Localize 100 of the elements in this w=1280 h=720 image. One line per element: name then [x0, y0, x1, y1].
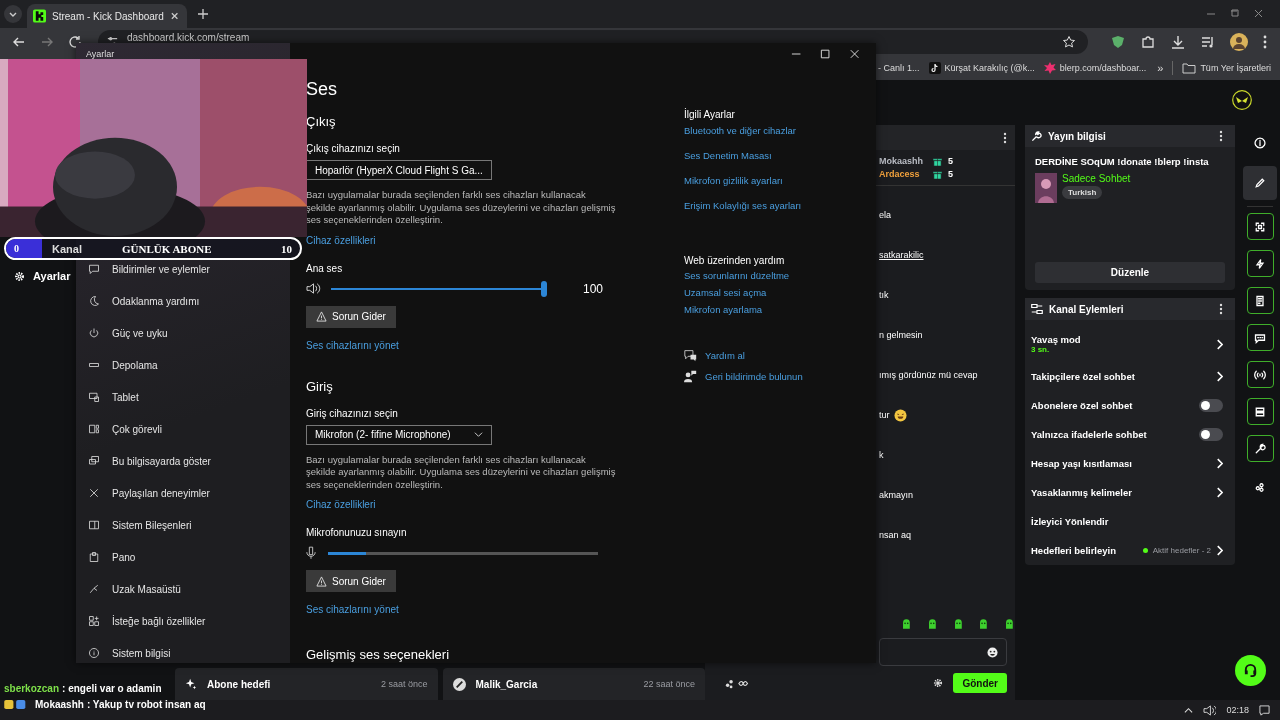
toggle-switch[interactable] — [1199, 399, 1223, 412]
related-link[interactable]: Bluetooth ve diğer cihazlar — [684, 125, 796, 136]
chevron-right-icon[interactable] — [1216, 545, 1223, 556]
tab-list-button[interactable] — [4, 5, 22, 23]
speaker-icon[interactable] — [1203, 704, 1217, 716]
emote-icon[interactable] — [901, 616, 912, 632]
media-icon[interactable] — [1200, 34, 1216, 50]
help-link[interactable]: Uzamsal sesi açma — [684, 287, 767, 298]
help-link[interactable]: Yardım al — [705, 350, 745, 361]
toolbar-button[interactable] — [1246, 435, 1274, 462]
field-label: Giriş cihazınızı seçin — [306, 407, 398, 419]
sidebar-item[interactable]: Uzak Masaüstü — [76, 573, 290, 605]
toolbar-button[interactable] — [1243, 166, 1277, 200]
chevron-up-icon[interactable] — [1184, 705, 1194, 715]
chevron-right-icon[interactable] — [1216, 371, 1223, 382]
puzzle-icon[interactable] — [1140, 34, 1156, 50]
chat-input-field[interactable] — [879, 638, 1007, 666]
star-icon[interactable] — [1062, 35, 1076, 49]
sidebar-item[interactable]: Pano — [76, 541, 290, 573]
help-link[interactable]: Mikrofon ayarlama — [684, 304, 763, 315]
emote-icon[interactable] — [1004, 616, 1015, 632]
send-button[interactable]: Gönder — [953, 673, 1007, 693]
document-icon — [1254, 294, 1266, 307]
username[interactable]: Mokaashh — [879, 156, 927, 166]
sidebar-item[interactable]: Paylaşılan deneyimler — [76, 477, 290, 509]
back-icon[interactable] — [12, 35, 26, 49]
all-bookmarks-button[interactable]: Tüm Yer İşaretleri — [1182, 62, 1271, 74]
help-link[interactable]: Geri bildirimde bulunun — [705, 371, 803, 382]
more-icon[interactable] — [1003, 131, 1007, 144]
username[interactable]: Ardacess — [879, 169, 927, 179]
action-label: Yasaklanmış kelimeler — [1031, 487, 1133, 498]
smiley-icon[interactable] — [987, 646, 998, 658]
avatar-icon[interactable] — [1230, 33, 1248, 51]
chevron-right-icon[interactable] — [1216, 487, 1223, 498]
gear-icon[interactable] — [933, 678, 944, 688]
toolbar-button[interactable] — [1246, 361, 1274, 388]
related-link[interactable]: Erişim Kolaylığı ses ayarları — [684, 200, 802, 211]
bookmark[interactable]: - Canlı 1... — [878, 63, 920, 73]
toolbar-button[interactable] — [1246, 287, 1274, 314]
goal-card[interactable]: Malik_Garcia 22 saat önce — [442, 668, 705, 700]
chat-message: : Yakup tv robot insan aq — [86, 699, 206, 710]
sidebar-item[interactable]: İsteğe bağlı özellikler — [76, 605, 290, 637]
device-properties-link[interactable]: Cihaz özellikleri — [306, 234, 376, 246]
manage-devices-link[interactable]: Ses cihazlarını yönet — [306, 604, 399, 615]
troubleshoot-button[interactable]: Sorun Gider — [306, 570, 396, 592]
toolbar-button[interactable] — [1246, 398, 1274, 425]
browser-tab[interactable]: Stream - Kick Dashboard — [27, 4, 187, 28]
device-properties-link[interactable]: Cihaz özellikleri — [306, 499, 376, 510]
sidebar-item[interactable]: Sistem Bileşenleri — [76, 509, 290, 541]
new-tab-icon[interactable] — [197, 8, 209, 20]
category-link[interactable]: Sadece Sohbet — [1062, 173, 1131, 184]
emote-icon[interactable] — [926, 616, 938, 632]
sidebar-item[interactable]: Sistem bilgisi — [76, 637, 290, 669]
emote-icon[interactable] — [978, 616, 990, 632]
device-dropdown[interactable]: Mikrofon (2- fifine Microphone) — [306, 424, 492, 445]
more-icon[interactable] — [1219, 303, 1223, 315]
field-label: Çıkış cihazınızı seçin — [306, 143, 400, 154]
forward-icon[interactable] — [40, 35, 54, 49]
more-bookmarks-button[interactable]: » — [1157, 62, 1164, 74]
infinity-dots-icon[interactable] — [725, 677, 751, 689]
mask-logo-icon[interactable] — [1232, 90, 1252, 110]
sidebar-item[interactable]: Tablet — [76, 381, 290, 413]
chat-message: ela — [879, 210, 891, 220]
related-link[interactable]: Mikrofon gizlilik ayarları — [684, 175, 783, 186]
related-link[interactable]: Ses Denetim Masası — [684, 150, 772, 161]
action-label[interactable]: İzleyici Yönlendir — [1031, 516, 1223, 527]
menu-icon[interactable] — [1262, 34, 1268, 50]
clock[interactable]: 02:18 — [1226, 705, 1249, 715]
goal-card[interactable]: Abone hedefi 2 saat önce — [175, 668, 438, 700]
help-link[interactable]: Ses sorunlarını düzeltme — [684, 270, 790, 281]
shield-icon[interactable] — [1110, 34, 1126, 50]
notification-icon[interactable] — [1259, 704, 1270, 716]
edit-button[interactable]: Düzenle — [1035, 262, 1225, 283]
toggle-switch[interactable] — [1199, 428, 1223, 441]
bookmark[interactable]: blerp.com/dashboar... — [1043, 62, 1147, 74]
toolbar-button[interactable] — [1246, 213, 1274, 240]
download-icon[interactable] — [1170, 34, 1186, 50]
sidebar-item[interactable]: Güç ve uyku — [76, 317, 290, 349]
action-label: Hedefleri belirleyin — [1031, 545, 1117, 556]
sidebar-item[interactable]: Bu bilgisayarda göster — [76, 445, 290, 477]
more-icon[interactable] — [1219, 130, 1223, 142]
sidebar-item[interactable]: Çok görevli — [76, 413, 290, 445]
status-text: Aktif hedefler - 2 — [1152, 546, 1211, 555]
manage-devices-link[interactable]: Ses cihazlarını yönet — [306, 339, 399, 351]
close-icon[interactable] — [169, 11, 179, 21]
nav-item[interactable]: Ayarlar — [0, 270, 71, 282]
chevron-right-icon[interactable] — [1216, 338, 1223, 350]
sidebar-item[interactable]: Odaklanma yardımı — [76, 285, 290, 317]
bookmark[interactable]: Kürşat Karakılıç (@k... — [928, 62, 1035, 74]
toolbar-button[interactable] — [1246, 324, 1274, 351]
chevron-right-icon[interactable] — [1216, 458, 1223, 469]
device-dropdown[interactable]: Hoparlör (HyperX Cloud Flight S Ga... — [306, 160, 492, 180]
emote-icon[interactable] — [952, 616, 964, 632]
chat-link[interactable]: satkarakilic — [879, 250, 924, 260]
toolbar-button[interactable] — [1246, 250, 1274, 277]
reload-icon[interactable] — [68, 35, 82, 49]
sidebar-item[interactable]: Depolama — [76, 349, 290, 381]
troubleshoot-button[interactable]: Sorun Gider — [306, 305, 396, 328]
slider-thumb[interactable] — [541, 280, 547, 297]
action-label: Takipçilere özel sohbet — [1031, 371, 1136, 382]
